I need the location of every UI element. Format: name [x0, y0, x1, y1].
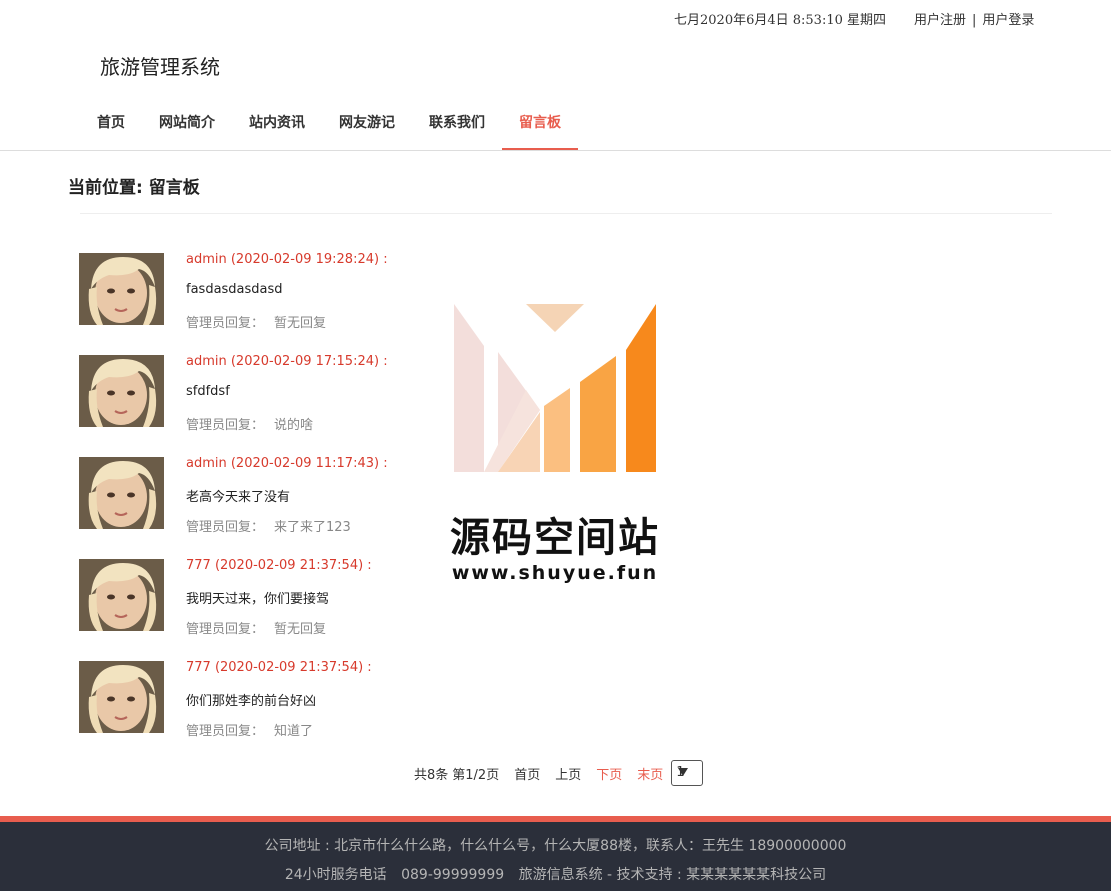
- main-nav: 首页 网站简介 站内资讯 网友游记 联系我们 留言板: [80, 100, 578, 150]
- nav-item-news[interactable]: 站内资讯: [232, 100, 322, 150]
- link-separator: |: [972, 13, 977, 28]
- breadcrumb-divider: [80, 213, 1052, 214]
- first-page-link[interactable]: 首页: [514, 764, 540, 783]
- footer-contact: 24小时服务电话 089-99999999 旅游信息系统 - 技术支持 : 某某…: [0, 864, 1111, 884]
- reply-label: 管理员回复：: [186, 622, 265, 637]
- message-item: 777 (2020-02-09 21:37:54) : 你们那姓李的前台好凶 管…: [79, 660, 579, 762]
- nav-item-home[interactable]: 首页: [80, 100, 142, 150]
- admin-reply: 管理员回复： 来了来了123: [186, 516, 351, 535]
- page-select[interactable]: 1: [671, 760, 704, 786]
- message-author: admin (2020-02-09 11:17:43) :: [186, 456, 388, 471]
- login-link[interactable]: 用户登录: [982, 13, 1034, 28]
- avatar: [79, 559, 164, 631]
- total-count: 共8条: [414, 767, 449, 783]
- watermark-name: 源码空间站: [450, 515, 660, 561]
- reply-text: 说的啥: [274, 418, 314, 433]
- avatar: [79, 457, 164, 529]
- message-content: sfdfdsf: [186, 384, 230, 399]
- footer-hotline-label: 24小时服务电话: [284, 867, 387, 883]
- nav-item-about[interactable]: 网站简介: [142, 100, 232, 150]
- nav-divider: [0, 150, 1111, 151]
- admin-reply: 管理员回复： 暂无回复: [186, 618, 326, 637]
- avatar: [79, 661, 164, 733]
- footer-support: 旅游信息系统 - 技术支持 : 某某某某某某科技公司: [518, 867, 827, 883]
- avatar-image: [79, 661, 164, 733]
- avatar: [79, 253, 164, 325]
- message-author: 777 (2020-02-09 21:37:54) :: [186, 660, 372, 675]
- reply-text: 知道了: [274, 724, 314, 739]
- user-links: 用户注册 | 用户登录: [914, 9, 1034, 28]
- footer-address: 公司地址 : 北京市什么什么路，什么什么号，什么大厦88楼，联系人：王先生 18…: [264, 838, 847, 854]
- next-page-link[interactable]: 下页: [596, 764, 622, 783]
- last-page-link[interactable]: 末页: [637, 764, 663, 783]
- reply-label: 管理员回复：: [186, 724, 265, 739]
- nav-item-travel-notes[interactable]: 网友游记: [322, 100, 412, 150]
- nav-item-guestbook[interactable]: 留言板: [502, 100, 578, 150]
- nav-item-contact[interactable]: 联系我们: [412, 100, 502, 150]
- chevron-down-icon: [678, 768, 689, 776]
- avatar-image: [79, 355, 164, 427]
- watermark-url: www.shuyue.fun: [451, 562, 659, 584]
- reply-label: 管理员回复：: [186, 418, 265, 433]
- footer-phone: 089-99999999: [401, 867, 505, 883]
- message-author: admin (2020-02-09 19:28:24) :: [186, 252, 388, 267]
- footer: 公司地址 : 北京市什么什么路，什么什么号，什么大厦88楼，联系人：王先生 18…: [0, 822, 1111, 891]
- reply-text: 暂无回复: [274, 316, 327, 331]
- reply-text: 来了来了123: [274, 520, 351, 535]
- message-content: 我明天过来，你们要接驾: [186, 592, 330, 607]
- avatar-image: [79, 253, 164, 325]
- current-datetime: 七月2020年6月4日 8:53:10 星期四: [674, 13, 887, 28]
- breadcrumb: 当前位置: 留言板: [68, 178, 200, 198]
- register-link[interactable]: 用户注册: [914, 13, 966, 28]
- admin-reply: 管理员回复： 说的啥: [186, 414, 313, 433]
- reply-text: 暂无回复: [274, 622, 327, 637]
- message-author: admin (2020-02-09 17:15:24) :: [186, 354, 388, 369]
- watermark-logo-icon: [454, 304, 656, 472]
- page-info: 第1/2页: [452, 767, 500, 783]
- avatar: [79, 355, 164, 427]
- reply-label: 管理员回复：: [186, 520, 265, 535]
- prev-page-link[interactable]: 上页: [555, 764, 581, 783]
- admin-reply: 管理员回复： 知道了: [186, 720, 313, 739]
- avatar-image: [79, 457, 164, 529]
- reply-label: 管理员回复：: [186, 316, 265, 331]
- message-content: 老高今天来了没有: [186, 490, 291, 505]
- message-author: 777 (2020-02-09 21:37:54) :: [186, 558, 372, 573]
- watermark: 源码空间站 www.shuyue.fun: [440, 300, 670, 590]
- message-content: 你们那姓李的前台好凶: [186, 694, 317, 709]
- admin-reply: 管理员回复： 暂无回复: [186, 312, 326, 331]
- site-title: 旅游管理系统: [100, 55, 220, 79]
- message-content: fasdasdasdasd: [186, 282, 283, 297]
- avatar-image: [79, 559, 164, 631]
- pagination: 共8条 第1/2页 首页 上页 下页 末页 1: [414, 760, 704, 786]
- top-bar: 七月2020年6月4日 8:53:10 星期四 用户注册 | 用户登录: [0, 8, 1111, 28]
